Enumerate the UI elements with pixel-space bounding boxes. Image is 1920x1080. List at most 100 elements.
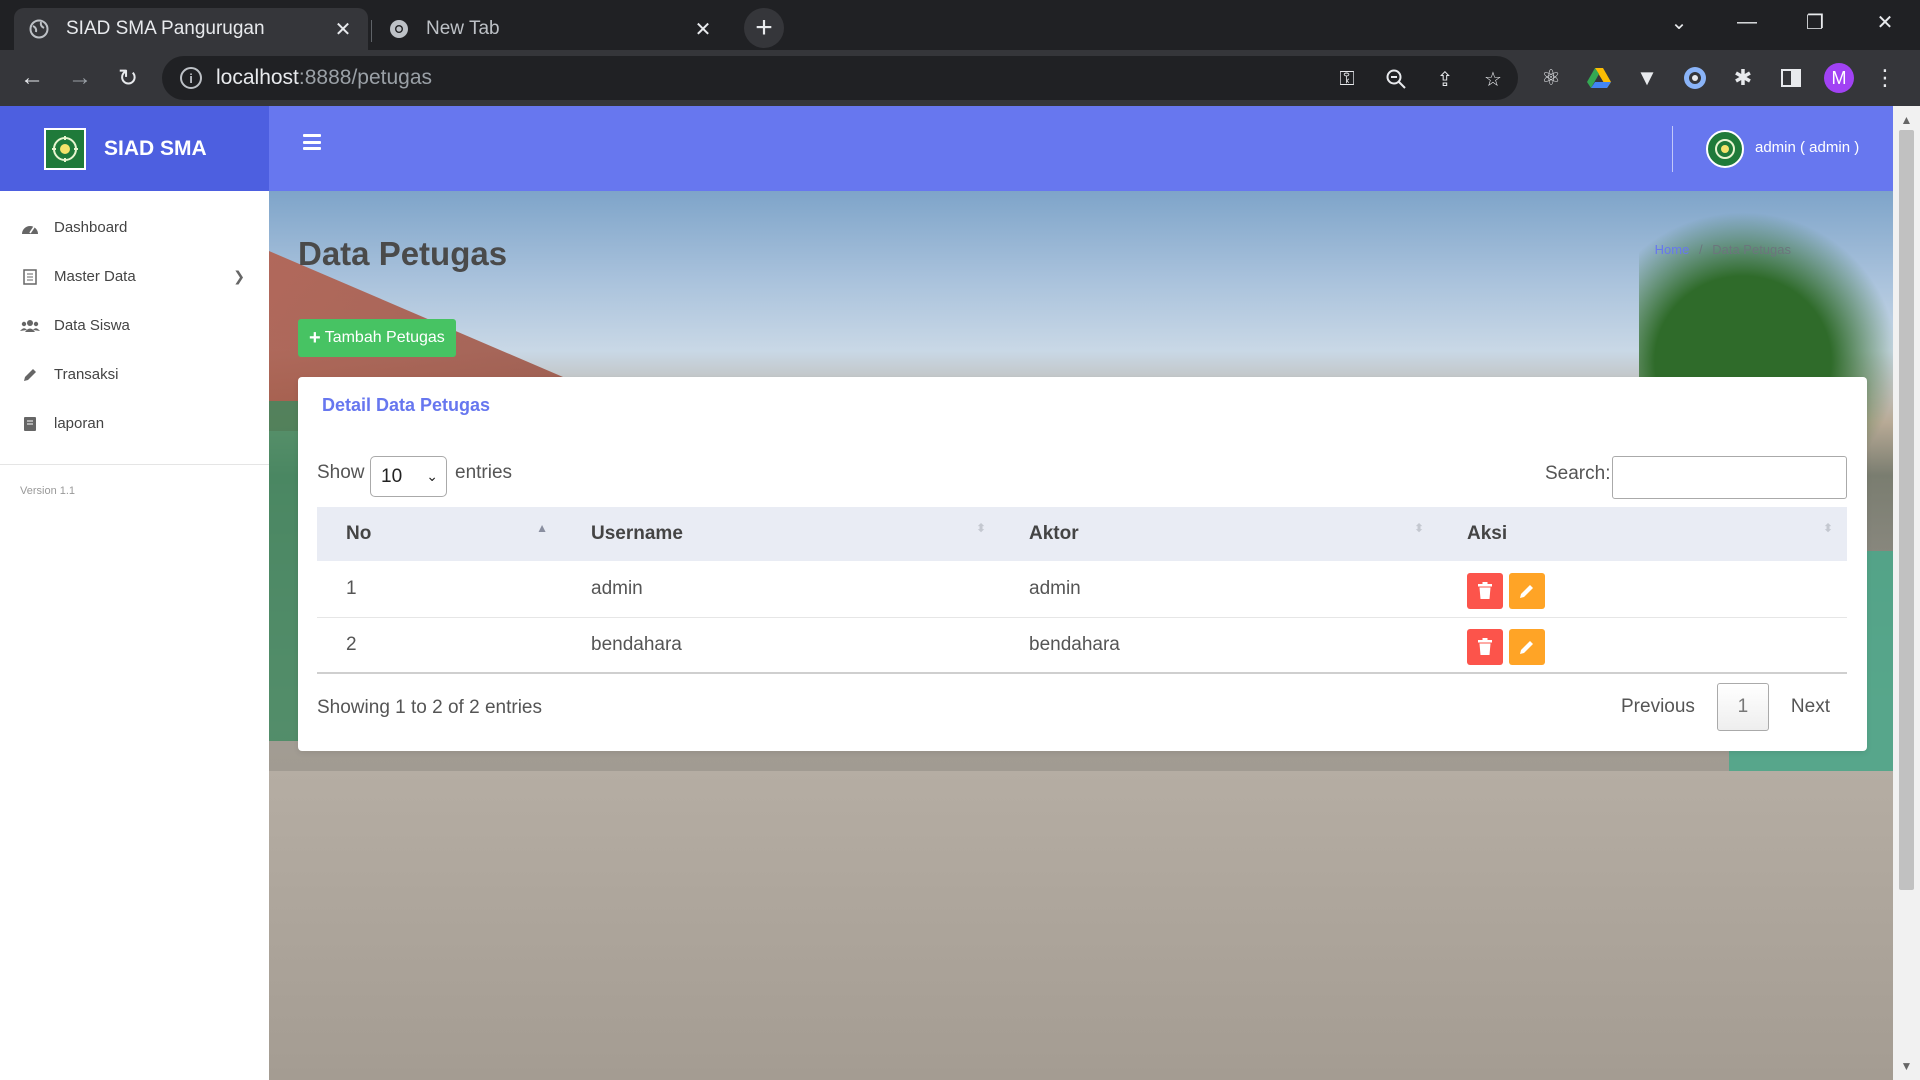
edit-button[interactable]: [1509, 628, 1545, 665]
edit-button[interactable]: [1509, 572, 1545, 609]
next-page-button[interactable]: Next: [1773, 683, 1848, 731]
close-tab-icon[interactable]: ✕: [692, 17, 714, 42]
react-extension-icon[interactable]: ⚛: [1537, 64, 1565, 92]
scroll-up-icon[interactable]: ▲: [1893, 110, 1920, 130]
sidebar-item-label: Master Data: [54, 268, 136, 285]
browser-toolbar: ← → ↻ i localhost:8888/petugas ⚿ ⇪ ☆ ⚛ ▼…: [0, 50, 1920, 106]
sidebar-item-transaksi[interactable]: Transaksi: [0, 350, 269, 399]
brand-name: SIAD SMA: [104, 136, 207, 160]
scrollbar[interactable]: ▲ ▼: [1893, 106, 1920, 1080]
tab-new-tab[interactable]: New Tab ✕: [374, 8, 728, 50]
puzzle-extension-icon[interactable]: ✱: [1729, 64, 1757, 92]
pencil-icon: [20, 366, 40, 384]
new-tab-button[interactable]: +: [744, 8, 784, 48]
table-info: Showing 1 to 2 of 2 entries: [317, 697, 542, 718]
address-bar[interactable]: i localhost:8888/petugas ⚿ ⇪ ☆: [162, 56, 1518, 100]
scroll-down-icon[interactable]: ▼: [1893, 1056, 1920, 1076]
menu-dots-icon[interactable]: ⋮: [1871, 64, 1899, 92]
page-viewport: SIAD SMA Dashboard Master Data ❯ Data Si…: [0, 106, 1920, 1080]
header-divider: [1672, 126, 1673, 172]
search-label: Search:: [1545, 463, 1611, 484]
delete-button[interactable]: [1467, 628, 1503, 665]
list-icon: [20, 268, 40, 286]
minimize-icon[interactable]: —: [1724, 0, 1770, 44]
sort-icon: ⬍: [975, 521, 986, 535]
tab-title: New Tab: [426, 18, 500, 39]
close-tab-icon[interactable]: ✕: [332, 17, 354, 42]
users-icon: [20, 317, 40, 335]
tab-search-icon[interactable]: ⌄: [1656, 0, 1702, 44]
tab-separator: [371, 20, 372, 42]
card-title: Detail Data Petugas: [322, 395, 491, 415]
cell-aktor: admin: [1000, 561, 1438, 618]
scrollbar-thumb[interactable]: [1899, 130, 1914, 890]
pencil-icon: [1520, 584, 1533, 598]
main-content: Data Petugas Home / Data Petugas + Tamba…: [269, 191, 1893, 1080]
add-petugas-button[interactable]: + Tambah Petugas: [298, 319, 456, 357]
tab-siad-sma[interactable]: SIAD SMA Pangurugan ✕: [14, 8, 368, 50]
hamburger-menu-icon[interactable]: [303, 134, 321, 150]
restore-icon[interactable]: ❐: [1792, 0, 1838, 44]
vue-extension-icon[interactable]: ▼: [1633, 64, 1661, 92]
column-header-no[interactable]: No ▲: [317, 507, 562, 561]
share-icon[interactable]: ⇪: [1432, 66, 1458, 92]
show-label: Show: [317, 462, 365, 483]
sidebar-item-dashboard[interactable]: Dashboard: [0, 203, 269, 252]
sidebar-item-laporan[interactable]: laporan: [0, 399, 269, 448]
pagination: Previous 1 Next: [1603, 683, 1848, 731]
entries-length-select[interactable]: 10 ⌄: [370, 456, 447, 497]
url-text: localhost:8888/petugas: [216, 66, 433, 89]
add-petugas-label: Tambah Petugas: [324, 329, 445, 346]
column-header-aktor[interactable]: Aktor ⬍: [1000, 507, 1438, 561]
user-menu[interactable]: admin ( admin ): [1755, 139, 1859, 156]
avatar[interactable]: [1706, 130, 1744, 168]
delete-button[interactable]: [1467, 572, 1503, 609]
sidebar-item-master-data[interactable]: Master Data ❯: [0, 252, 269, 301]
breadcrumb-home-link[interactable]: Home: [1655, 242, 1690, 257]
column-header-username[interactable]: Username ⬍: [562, 507, 1000, 561]
search-input[interactable]: [1612, 456, 1847, 499]
sort-icon: ⬍: [1822, 521, 1833, 535]
chevron-down-icon: ⌄: [426, 468, 438, 484]
page-title: Data Petugas: [298, 235, 508, 272]
forward-icon[interactable]: →: [60, 58, 100, 98]
cell-username: bendahara: [562, 617, 1000, 674]
column-header-aksi[interactable]: Aksi ⬍: [1438, 507, 1847, 561]
back-icon[interactable]: ←: [12, 58, 52, 98]
trash-icon: [1478, 637, 1492, 655]
dashboard-icon: [20, 219, 40, 237]
cell-aktor: bendahara: [1000, 617, 1438, 674]
cell-username: admin: [562, 561, 1000, 618]
version-label: Version 1.1: [20, 485, 76, 497]
profile-avatar[interactable]: M: [1824, 63, 1854, 93]
brand[interactable]: SIAD SMA: [0, 106, 269, 191]
sidebar-item-label: Dashboard: [54, 219, 128, 236]
plus-icon: +: [309, 326, 321, 349]
cell-aksi: [1438, 561, 1847, 618]
breadcrumb: Home / Data Petugas: [1655, 242, 1791, 257]
breadcrumb-separator: /: [1698, 242, 1703, 257]
sidebar: SIAD SMA Dashboard Master Data ❯ Data Si…: [0, 106, 269, 1080]
petugas-table: No ▲ Username ⬍ Aktor ⬍ Aksi ⬍ 1 admin a…: [317, 507, 1847, 674]
page-1-button[interactable]: 1: [1716, 683, 1769, 731]
book-icon: [20, 415, 40, 433]
bookmark-star-icon[interactable]: ☆: [1480, 66, 1506, 92]
sidebar-nav: Dashboard Master Data ❯ Data Siswa Trans…: [0, 191, 269, 448]
reload-icon[interactable]: ↻: [108, 58, 148, 98]
close-window-icon[interactable]: ✕: [1862, 0, 1908, 44]
entries-length-value: 10: [381, 465, 403, 487]
zoom-icon[interactable]: [1383, 66, 1409, 92]
previous-page-button[interactable]: Previous: [1603, 683, 1713, 731]
sidebar-item-data-siswa[interactable]: Data Siswa: [0, 301, 269, 350]
breadcrumb-current: Data Petugas: [1712, 242, 1791, 257]
site-info-icon[interactable]: i: [180, 67, 202, 89]
chevron-right-icon: ❯: [233, 268, 245, 284]
drive-extension-icon[interactable]: [1585, 64, 1613, 92]
side-panel-icon[interactable]: [1777, 64, 1805, 92]
circle-extension-icon[interactable]: [1681, 64, 1709, 92]
key-icon[interactable]: ⚿: [1334, 66, 1360, 92]
background-ground: [269, 771, 1893, 1080]
chrome-icon: [388, 18, 410, 40]
entries-label: entries: [455, 462, 513, 483]
browser-tab-bar: SIAD SMA Pangurugan ✕ New Tab ✕ + ⌄ — ❐ …: [0, 0, 1920, 50]
